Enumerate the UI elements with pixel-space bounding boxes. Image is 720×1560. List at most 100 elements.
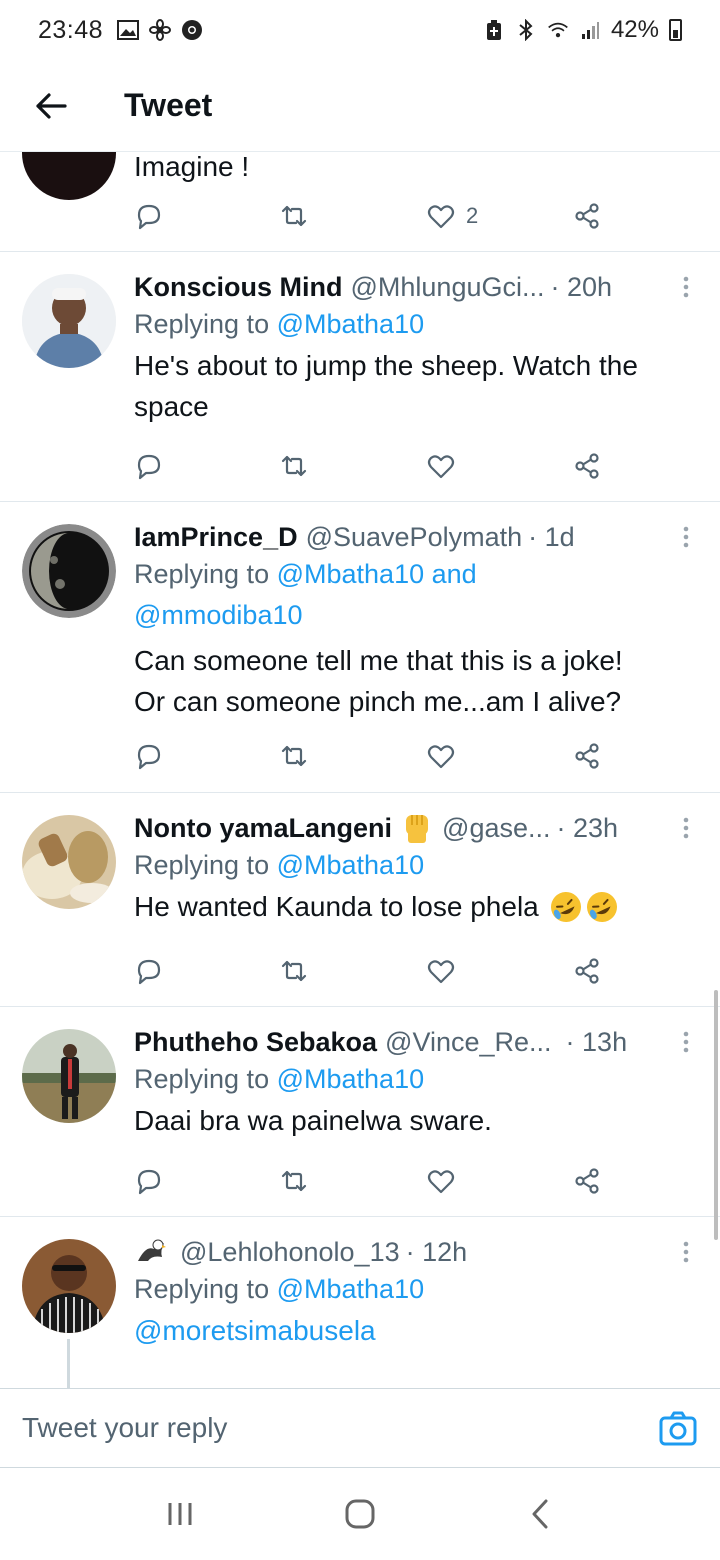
tweet-text-line[interactable]: @moretsimabusela <box>134 1310 696 1351</box>
share-icon <box>572 451 602 481</box>
camera-button[interactable] <box>658 1408 698 1448</box>
status-system-icons: 42% <box>483 16 682 44</box>
tweet-item-partial[interactable]: Imagine ! 2 <box>0 152 720 252</box>
author-name[interactable]: Konscious Mind <box>134 270 343 304</box>
author-handle[interactable]: @Lehlohonolo_13 <box>180 1235 400 1269</box>
like-button[interactable] <box>426 951 456 991</box>
reply-icon <box>134 956 164 986</box>
reply-icon <box>134 451 164 481</box>
share-button[interactable] <box>572 196 602 236</box>
share-icon <box>572 741 602 771</box>
author-handle[interactable]: @gase... <box>442 811 550 845</box>
author-name[interactable]: IamPrince_D <box>134 520 298 554</box>
author-handle[interactable]: @SuavePolymath <box>306 520 523 554</box>
share-button[interactable] <box>572 736 602 776</box>
author-handle[interactable]: @Vince_Re... <box>385 1025 552 1059</box>
more-options-button[interactable] <box>676 1025 696 1059</box>
back-button[interactable] <box>26 81 76 131</box>
tweet-header: Konscious Mind @MhlunguGci... · 20h <box>134 270 696 304</box>
heart-icon <box>426 956 456 986</box>
share-button[interactable] <box>572 951 602 991</box>
reply-button[interactable] <box>134 446 164 486</box>
tweet-feed[interactable]: Imagine ! 2 Konscious Mind @MhlunguGci..… <box>0 152 720 1388</box>
retweet-button[interactable] <box>279 1161 309 1201</box>
reply-button[interactable] <box>134 951 164 991</box>
tweet-actions: 2 <box>134 196 604 236</box>
retweet-icon <box>279 956 309 986</box>
more-options-button[interactable] <box>676 1235 696 1269</box>
replying-to: Replying to @Mbatha10 <box>134 1269 696 1310</box>
replying-to: Replying to @Mbatha10 and <box>134 554 696 595</box>
avatar[interactable] <box>22 815 116 909</box>
avatar[interactable] <box>22 274 116 368</box>
battery-percent: 42% <box>610 16 659 43</box>
retweet-icon <box>279 201 309 231</box>
reply-mention-link[interactable]: @Mbatha10 <box>277 309 425 339</box>
thread-connector-line <box>67 1339 70 1388</box>
like-button[interactable] <box>426 446 456 486</box>
reply-button[interactable] <box>134 196 164 236</box>
author-name[interactable]: Nonto yamaLangeni <box>134 811 392 845</box>
reply-mention-link[interactable]: @Mbatha10 <box>277 850 425 880</box>
author-name[interactable]: Phutheho Sebakoa <box>134 1025 377 1059</box>
author-handle[interactable]: @MhlunguGci... <box>351 270 545 304</box>
tweet-text: Imagine ! <box>134 152 250 182</box>
retweet-button[interactable] <box>279 951 309 991</box>
retweet-button[interactable] <box>279 196 309 236</box>
home-button[interactable] <box>330 1484 390 1544</box>
reply-mention-link[interactable]: @Mbatha10 <box>277 1274 425 1304</box>
avatar[interactable] <box>22 152 116 200</box>
tweet-text-line: Can someone tell me that this is a joke! <box>134 645 623 676</box>
tweet-time: · 1d <box>528 522 575 552</box>
retweet-icon <box>279 451 309 481</box>
like-button[interactable] <box>426 1161 456 1201</box>
avatar[interactable] <box>22 524 116 618</box>
raised-fist-emoji-icon <box>406 815 429 843</box>
tweet-time: · 12h <box>405 1237 468 1267</box>
reply-button[interactable] <box>134 736 164 776</box>
reply-composer: Tweet your reply <box>0 1388 720 1468</box>
rofl-emoji-icon <box>550 891 581 922</box>
tweet-header: IamPrince_D @SuavePolymath · 1d <box>134 520 696 554</box>
bluetooth-icon <box>515 19 537 41</box>
tweet-time: · 13h <box>565 1027 628 1057</box>
retweet-button[interactable] <box>279 446 309 486</box>
retweet-icon <box>279 1166 309 1196</box>
like-button[interactable] <box>426 736 456 776</box>
avatar[interactable] <box>22 1239 116 1333</box>
tweet-item[interactable]: Nonto yamaLangeni @gase... · 23h Replyin… <box>0 793 720 1007</box>
back-nav-button[interactable] <box>510 1484 570 1544</box>
battery-icon <box>669 19 682 41</box>
avatar[interactable] <box>22 1029 116 1123</box>
more-options-button[interactable] <box>676 270 696 304</box>
tweet-actions <box>134 951 604 991</box>
retweet-button[interactable] <box>279 736 309 776</box>
heart-icon <box>426 451 456 481</box>
heart-icon <box>426 1166 456 1196</box>
reply-mention-link[interactable]: @mmodiba10 <box>134 600 303 630</box>
replying-to-label: Replying to <box>134 850 270 880</box>
reply-mention-link[interactable]: @Mbatha10 and <box>277 559 477 589</box>
tweet-item[interactable]: Phutheho Sebakoa @Vince_Re... · 13h Repl… <box>0 1007 720 1217</box>
tweet-item[interactable]: IamPrince_D @SuavePolymath · 1d Replying… <box>0 502 720 793</box>
reply-mention-link[interactable]: @Mbatha10 <box>277 1064 425 1094</box>
replying-to-label: Replying to <box>134 309 270 339</box>
recent-apps-button[interactable] <box>150 1484 210 1544</box>
more-options-button[interactable] <box>676 520 696 554</box>
reply-button[interactable] <box>134 1161 164 1201</box>
heart-icon <box>426 741 456 771</box>
tweet-item[interactable]: @Lehlohonolo_13 · 12h Replying to @Mbath… <box>0 1217 720 1388</box>
like-button[interactable]: 2 <box>426 196 478 236</box>
reply-icon <box>134 1166 164 1196</box>
tweet-reply-input[interactable]: Tweet your reply <box>22 1412 658 1444</box>
share-button[interactable] <box>572 1161 602 1201</box>
more-vertical-icon <box>683 276 689 298</box>
share-button[interactable] <box>572 446 602 486</box>
replying-to-label: Replying to <box>134 1064 270 1094</box>
system-nav-bar <box>0 1468 720 1560</box>
replying-to-label: Replying to <box>134 1274 270 1304</box>
tweet-actions <box>134 446 604 486</box>
tweet-item[interactable]: Konscious Mind @MhlunguGci... · 20h Repl… <box>0 252 720 502</box>
scrollbar[interactable] <box>714 990 718 1240</box>
more-options-button[interactable] <box>676 811 696 845</box>
